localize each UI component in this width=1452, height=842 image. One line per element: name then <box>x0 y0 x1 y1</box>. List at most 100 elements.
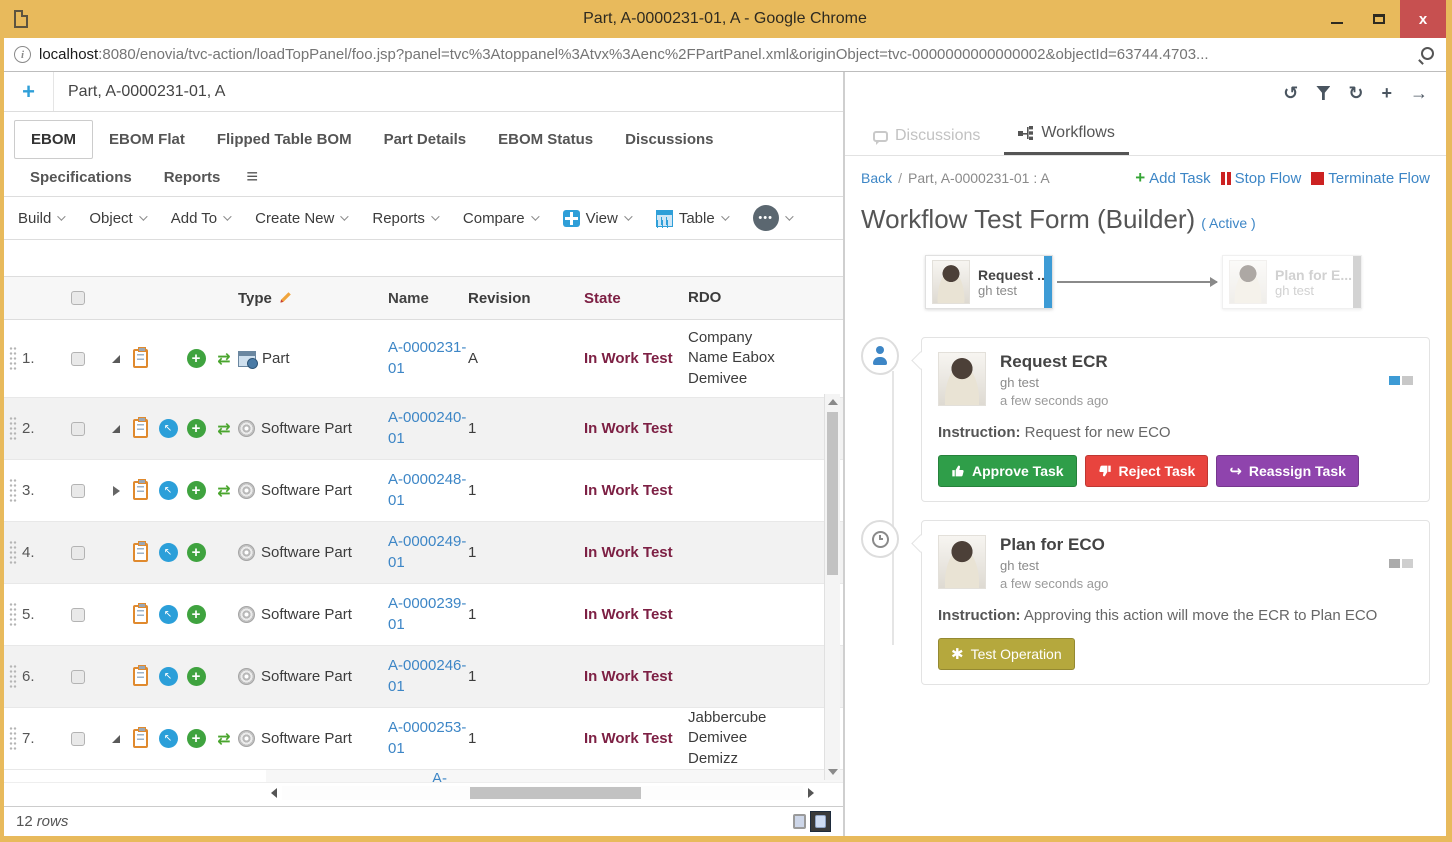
toolbar-add-to-menu[interactable]: Add To <box>171 210 229 227</box>
clipboard-icon[interactable] <box>133 349 148 368</box>
history-icon[interactable]: ↺ <box>1283 84 1298 102</box>
maximize-button[interactable] <box>1358 0 1400 38</box>
site-info-icon[interactable]: i <box>14 46 31 63</box>
forward-icon[interactable]: → <box>1410 84 1428 102</box>
panel-toggle-icon[interactable] <box>810 811 831 832</box>
tab-discussions[interactable]: Discussions <box>859 117 994 155</box>
navigate-icon[interactable]: ↖ <box>159 667 178 686</box>
url-text[interactable]: localhost:8080/enovia/tvc-action/loadTop… <box>39 46 1209 63</box>
row-checkbox[interactable] <box>71 732 85 746</box>
toolbar-reports-menu[interactable]: Reports <box>372 210 437 227</box>
navigate-icon[interactable]: ↖ <box>159 419 178 438</box>
horizontal-scrollbar[interactable] <box>266 783 819 803</box>
column-header-type[interactable]: Type <box>238 290 388 307</box>
approve-task-button[interactable]: Approve Task <box>938 455 1077 487</box>
add-icon[interactable]: + <box>1381 84 1392 102</box>
replace-icon[interactable]: ⇄ <box>217 729 230 749</box>
collapse-icon[interactable] <box>112 355 120 363</box>
clipboard-icon[interactable] <box>133 419 148 438</box>
tab-discussions[interactable]: Discussions <box>609 121 729 158</box>
name-link[interactable]: A-0000231-01 <box>388 338 468 379</box>
name-link[interactable]: A-0000239-01 <box>388 594 468 635</box>
vertical-scrollbar[interactable] <box>824 394 840 780</box>
navigate-icon[interactable]: ↖ <box>159 605 178 624</box>
toolbar-more-menu[interactable]: ••• <box>753 205 791 231</box>
toolbar-create-new-menu[interactable]: Create New <box>255 210 346 227</box>
row-checkbox[interactable] <box>71 484 85 498</box>
drag-handle[interactable] <box>4 460 22 521</box>
drag-handle[interactable] <box>4 708 22 769</box>
back-link[interactable]: Back <box>861 170 892 186</box>
scrollbar-thumb[interactable] <box>827 412 838 575</box>
toolbar-view-menu[interactable]: View <box>563 210 630 227</box>
row-checkbox[interactable] <box>71 352 85 366</box>
name-link[interactable]: A-0000249-01 <box>388 532 468 573</box>
add-icon[interactable]: + <box>187 481 206 500</box>
address-bar[interactable]: i localhost:8080/enovia/tvc-action/loadT… <box>4 38 1446 72</box>
workflow-node-request[interactable]: Request ...gh test <box>925 255 1053 309</box>
clipboard-icon[interactable] <box>133 481 148 500</box>
column-header-state[interactable]: State <box>538 290 688 307</box>
add-task-button[interactable]: +Add Task <box>1135 168 1210 188</box>
toolbar-build-menu[interactable]: Build <box>18 210 63 227</box>
drag-handle[interactable] <box>4 320 22 397</box>
name-link[interactable]: A-0000246-01 <box>388 656 468 697</box>
expand-icon[interactable] <box>113 486 120 496</box>
minimize-button[interactable] <box>1316 0 1358 38</box>
row-checkbox[interactable] <box>71 422 85 436</box>
add-icon[interactable]: + <box>187 543 206 562</box>
tab-flipped-table-bom[interactable]: Flipped Table BOM <box>201 121 368 158</box>
tab-ebom[interactable]: EBOM <box>14 120 93 159</box>
add-icon[interactable]: + <box>187 729 206 748</box>
tab-ebom-status[interactable]: EBOM Status <box>482 121 609 158</box>
clipboard-icon[interactable] <box>133 605 148 624</box>
edit-pencil-icon[interactable] <box>278 291 292 305</box>
drag-handle[interactable] <box>4 646 22 707</box>
clipboard-icon[interactable] <box>133 543 148 562</box>
terminate-flow-button[interactable]: Terminate Flow <box>1311 170 1430 187</box>
add-icon[interactable]: + <box>187 667 206 686</box>
add-panel-button[interactable]: + <box>4 72 54 111</box>
scroll-up-icon[interactable] <box>828 394 838 410</box>
drag-handle[interactable] <box>4 584 22 645</box>
clipboard-icon[interactable] <box>133 667 148 686</box>
toolbar-object-menu[interactable]: Object <box>89 210 144 227</box>
row-checkbox[interactable] <box>71 670 85 684</box>
scrollbar-thumb[interactable] <box>470 787 642 799</box>
row-checkbox[interactable] <box>71 546 85 560</box>
tab-workflows[interactable]: Workflows <box>1004 114 1129 155</box>
toolbar-compare-menu[interactable]: Compare <box>463 210 537 227</box>
column-header-revision[interactable]: Revision <box>468 290 538 307</box>
name-link[interactable]: A-0000248-01 <box>388 470 468 511</box>
drag-handle[interactable] <box>4 522 22 583</box>
zoom-icon[interactable] <box>1418 46 1436 64</box>
name-link[interactable]: A-0000240-01 <box>388 408 468 449</box>
collapse-icon[interactable] <box>112 425 120 433</box>
stop-flow-button[interactable]: Stop Flow <box>1221 170 1302 187</box>
refresh-icon[interactable]: ↻ <box>1348 84 1363 102</box>
add-icon[interactable]: + <box>187 349 206 368</box>
navigate-icon[interactable]: ↖ <box>159 729 178 748</box>
close-button[interactable]: x <box>1400 0 1446 38</box>
clipboard-icon[interactable] <box>133 729 148 748</box>
reject-task-button[interactable]: Reject Task <box>1085 455 1209 487</box>
add-icon[interactable]: + <box>187 419 206 438</box>
test-operation-button[interactable]: ✱ Test Operation <box>938 638 1075 670</box>
scroll-right-icon[interactable] <box>803 785 819 801</box>
add-icon[interactable]: + <box>187 605 206 624</box>
collapse-icon[interactable] <box>112 735 120 743</box>
replace-icon[interactable]: ⇄ <box>217 481 230 501</box>
scroll-left-icon[interactable] <box>266 785 282 801</box>
tab-reports[interactable]: Reports <box>148 159 237 196</box>
reassign-task-button[interactable]: ↪ Reassign Task <box>1216 455 1359 487</box>
filter-icon[interactable] <box>1316 86 1330 100</box>
toolbar-table-menu[interactable]: Table <box>656 210 727 227</box>
navigate-icon[interactable]: ↖ <box>159 481 178 500</box>
replace-icon[interactable]: ⇄ <box>217 419 230 439</box>
name-link[interactable]: A- <box>432 770 447 782</box>
navigate-icon[interactable]: ↖ <box>159 543 178 562</box>
name-link[interactable]: A-0000253-01 <box>388 718 468 759</box>
drag-handle[interactable] <box>4 398 22 459</box>
scroll-down-icon[interactable] <box>828 764 838 780</box>
tab-specifications[interactable]: Specifications <box>14 159 148 196</box>
